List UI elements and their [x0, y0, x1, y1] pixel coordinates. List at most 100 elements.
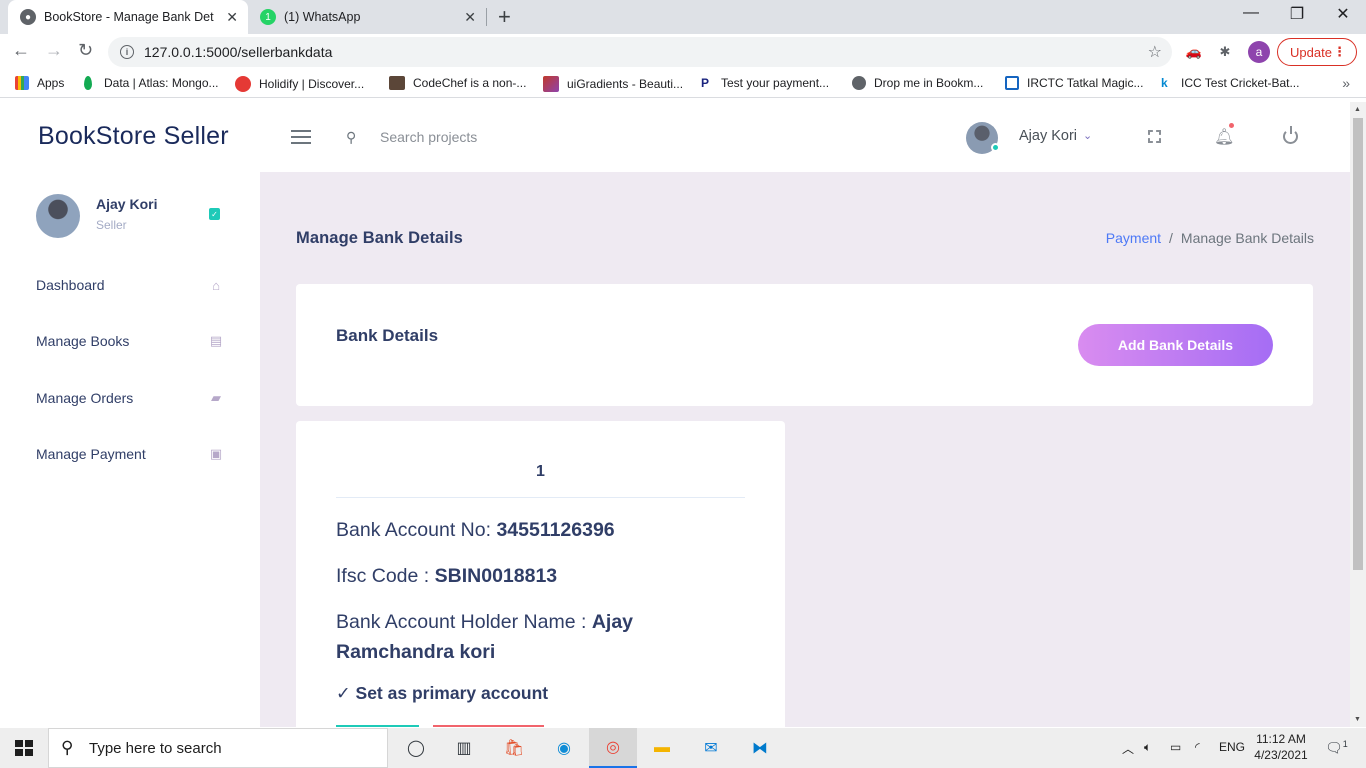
sidebar-item-label: Dashboard [36, 277, 105, 293]
edge-icon[interactable]: ◉ [540, 728, 588, 768]
delete-button[interactable] [433, 725, 544, 727]
back-icon[interactable]: ← [12, 40, 30, 61]
notification-center-icon[interactable]: 🗨︎1 [1325, 739, 1348, 757]
store-icon[interactable]: 🛍︎ [490, 728, 538, 768]
minimize-icon[interactable]: — [1228, 4, 1274, 22]
bookmark-label: Apps [37, 76, 65, 90]
window-close-icon[interactable]: ✕ [1320, 4, 1366, 24]
new-tab-icon[interactable]: + [498, 4, 511, 30]
info-icon[interactable]: i [120, 45, 134, 59]
edit-button[interactable] [336, 725, 419, 727]
page-scrollbar[interactable]: ▲ ▼ [1350, 102, 1366, 727]
account-index: 1 [536, 463, 545, 480]
chrome-icon[interactable]: ◎ [589, 728, 637, 768]
breadcrumb-link-payment[interactable]: Payment [1106, 230, 1161, 246]
holidify-icon [235, 76, 251, 92]
bookmark-paytm[interactable]: P Test your payment... [701, 76, 829, 90]
mail-icon[interactable]: ✉ [687, 728, 735, 768]
tab-separator [486, 8, 487, 26]
breadcrumb: Payment / Manage Bank Details [1106, 230, 1314, 246]
scroll-down-icon[interactable]: ▼ [1354, 716, 1361, 723]
battery-icon[interactable]: ▭ [1170, 740, 1181, 754]
bookmark-label: Holidify | Discover... [259, 77, 365, 91]
avatar[interactable] [966, 122, 1000, 154]
bookmark-icc[interactable]: k ICC Test Cricket-Bat... [1161, 76, 1299, 90]
clock-time: 11:12 AM [1256, 732, 1306, 746]
scrollbar-thumb[interactable] [1353, 118, 1363, 570]
taskbar-search[interactable]: ⚲ Type here to search [48, 728, 388, 768]
uigradients-icon [543, 76, 559, 92]
bookmark-uigradients[interactable]: uiGradients - Beauti... [543, 76, 683, 92]
search-input[interactable] [372, 124, 572, 150]
card-title: Bank Details [336, 326, 439, 345]
breadcrumb-current: Manage Bank Details [1180, 230, 1314, 246]
online-status-dot [991, 143, 1000, 152]
wifi-icon[interactable]: ◜ [1195, 740, 1200, 754]
vscode-icon[interactable]: ⧓ [736, 728, 784, 768]
taskbar-clock[interactable]: 11:12 AM 4/23/2021 [1249, 731, 1313, 763]
file-explorer-icon[interactable]: ▬ [638, 728, 686, 768]
update-button[interactable]: Update ⋮ [1277, 38, 1357, 66]
browser-tab-strip: ● BookStore - Manage Bank Details ✕ 1 (1… [0, 0, 1366, 34]
books-icon: ▤ [209, 333, 223, 348]
hamburger-menu-icon[interactable] [291, 130, 311, 148]
ifsc-row: Ifsc Code : SBIN0018813 [336, 561, 745, 591]
money-icon: ▣ [209, 446, 223, 461]
bookmark-star-icon[interactable]: ☆ [1148, 42, 1162, 62]
task-view-icon[interactable]: ▥ [440, 728, 488, 768]
tab-whatsapp[interactable]: 1 (1) WhatsApp ✕ [250, 0, 486, 34]
sidebar-item-manage-books[interactable]: Manage Books ▤ [36, 326, 226, 356]
tab-title: BookStore - Manage Bank Details [44, 10, 214, 24]
extension-icon[interactable]: 🚗 [1185, 43, 1203, 61]
sidebar-item-label: Manage Payment [36, 446, 146, 462]
sidebar-item-dashboard[interactable]: Dashboard ⌂ [36, 270, 226, 300]
user-menu-name[interactable]: Ajay Kori [1019, 128, 1077, 144]
cortana-icon[interactable]: ◯ [392, 728, 440, 768]
browser-toolbar: ← → ↻ i 127.0.0.1:5000/sellerbankdata ☆ … [0, 34, 1366, 70]
bell-icon[interactable]: 🔔︎ [1214, 127, 1234, 147]
language-indicator[interactable]: ENG [1219, 740, 1245, 754]
forward-icon[interactable]: → [45, 40, 63, 61]
bookmark-label: Data | Atlas: Mongo... [104, 76, 219, 90]
chevron-up-icon[interactable]: ︿ [1122, 740, 1134, 757]
update-label: Update [1290, 44, 1332, 60]
more-bookmarks-icon[interactable]: » [1342, 75, 1350, 91]
power-icon[interactable] [1283, 126, 1298, 144]
bookmark-apps[interactable]: Apps [15, 76, 64, 90]
brand-logo[interactable]: BookStore Seller [38, 122, 229, 151]
holder-name-row: Bank Account Holder Name : Ajay Ramchand… [336, 607, 745, 667]
taskbar-search-text: Type here to search [89, 739, 222, 757]
bookmark-codechef[interactable]: CodeChef is a non-... [389, 76, 526, 90]
close-icon[interactable]: ✕ [226, 9, 238, 26]
bookmark-mongo[interactable]: Data | Atlas: Mongo... [84, 76, 219, 90]
sidebar: Ajay Kori Seller ✓ Dashboard ⌂ Manage Bo… [0, 172, 260, 727]
bookmark-holidify[interactable]: Holidify | Discover... [235, 76, 364, 92]
chevron-down-icon[interactable]: ⌄ [1083, 129, 1092, 142]
windows-start-icon[interactable] [15, 740, 33, 756]
globe-icon: ● [20, 9, 36, 25]
account-number-value: 34551126396 [496, 519, 615, 541]
windows-taskbar: ⚲ Type here to search ◯ ▥ 🛍︎ ◉ ◎ ▬ ✉ ⧓ ︿… [0, 728, 1366, 768]
restore-icon[interactable]: ❐ [1274, 4, 1320, 24]
bookmark-label: Drop me in Bookm... [874, 76, 984, 90]
sidebar-item-manage-payment[interactable]: Manage Payment ▣ [36, 439, 226, 469]
volume-icon[interactable]: 🔈︎ [1144, 740, 1151, 755]
scroll-up-icon[interactable]: ▲ [1354, 106, 1361, 113]
ifsc-label: Ifsc Code : [336, 565, 430, 587]
add-bank-details-button[interactable]: Add Bank Details [1078, 324, 1273, 366]
sidebar-item-manage-orders[interactable]: Manage Orders ▰ [36, 383, 226, 413]
bookmark-dropme[interactable]: Drop me in Bookm... [852, 76, 983, 90]
reload-icon[interactable]: ↻ [78, 40, 93, 61]
fullscreen-icon[interactable] [1148, 130, 1161, 143]
tab-bookstore[interactable]: ● BookStore - Manage Bank Details ✕ [8, 0, 248, 34]
clock-date: 4/23/2021 [1254, 748, 1308, 762]
profile-avatar[interactable]: a [1248, 41, 1270, 63]
bookmark-irctc[interactable]: IRCTC Tatkal Magic... [1005, 76, 1143, 90]
bookmark-label: IRCTC Tatkal Magic... [1027, 76, 1144, 90]
menu-dots-icon[interactable]: ⋮ [1333, 44, 1346, 60]
primary-account-status[interactable]: ✓ Set as primary account [336, 683, 548, 704]
close-icon[interactable]: ✕ [464, 9, 476, 26]
puzzle-icon[interactable]: ✱ [1216, 43, 1234, 61]
holder-name-label: Bank Account Holder Name : [336, 611, 587, 633]
address-bar[interactable]: i 127.0.0.1:5000/sellerbankdata ☆ [108, 37, 1172, 67]
